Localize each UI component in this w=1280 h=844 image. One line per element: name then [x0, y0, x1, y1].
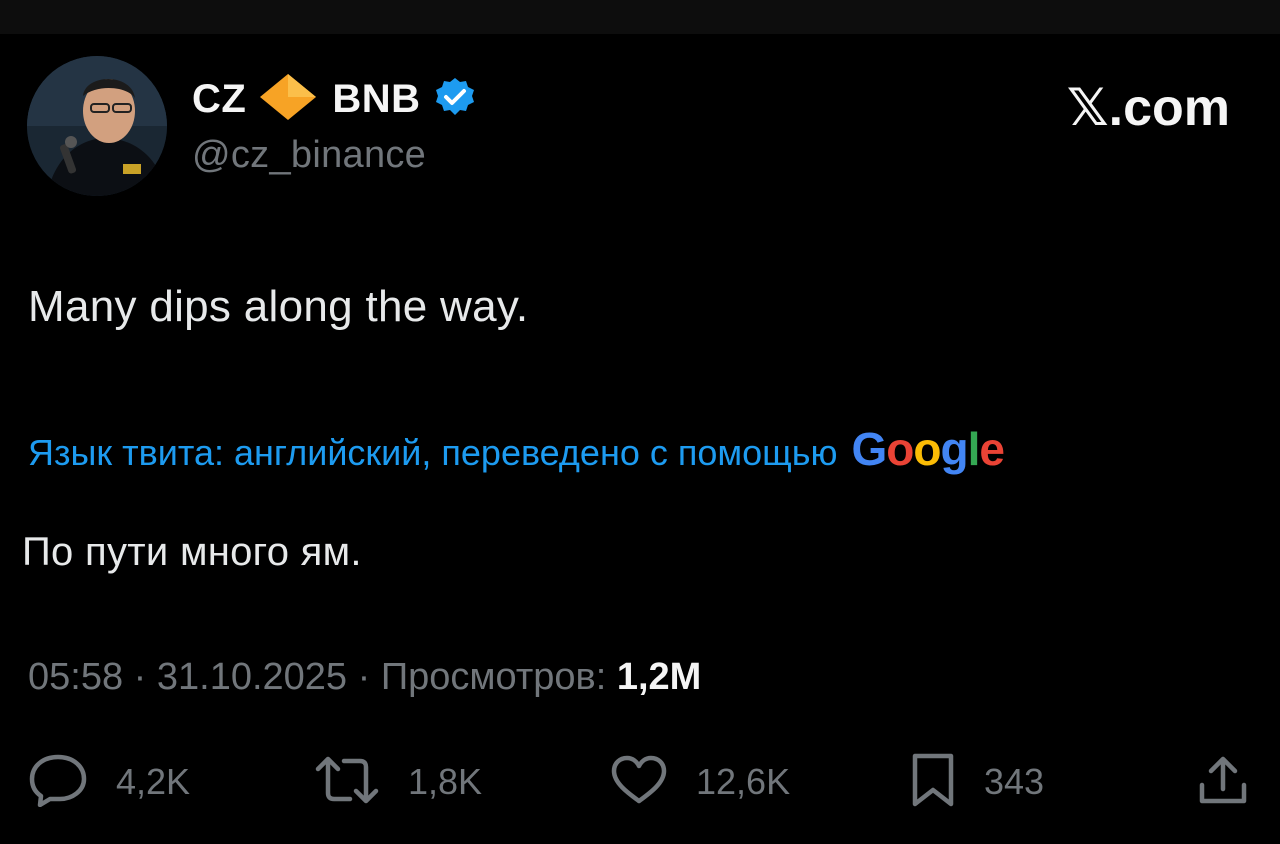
views-count: 1,2M [616, 656, 702, 698]
share-button[interactable] [1196, 752, 1250, 812]
bookmark-icon [910, 752, 956, 813]
views-label: Просмотров: [380, 656, 607, 698]
like-button[interactable]: 12,6K [610, 752, 790, 812]
avatar[interactable] [27, 56, 167, 196]
translation-row[interactable]: Язык твита: английский, переведено с пом… [28, 422, 1005, 476]
reply-icon [28, 753, 88, 812]
translation-label[interactable]: Язык твита: английский, переведено с пом… [28, 432, 838, 474]
google-letter-e: e [979, 423, 1005, 475]
share-icon [1196, 753, 1250, 812]
meta-separator: · [123, 656, 157, 698]
brand-logo: 𝕏.com [1066, 79, 1230, 137]
bookmark-count: 343 [984, 761, 1045, 802]
tweet-card: CZ BNB @cz_binance 𝕏.com Many dips along… [0, 34, 1280, 844]
reply-count: 4,2K [116, 761, 191, 802]
google-letter-o1: o [886, 423, 914, 475]
like-count: 12,6K [696, 761, 791, 802]
tweet-date[interactable]: 31.10.2025 [157, 656, 347, 698]
reply-button[interactable]: 4,2K [28, 752, 190, 812]
repost-count: 1,8K [408, 761, 483, 802]
translated-text: По пути много ям. [22, 530, 362, 574]
top-bar [0, 0, 1280, 34]
google-letter-g: G [851, 423, 888, 475]
action-bar: 4,2K 1,8K 12,6K 343 [0, 752, 1280, 812]
google-logo: Google [851, 422, 1005, 476]
google-letter-l: l [967, 423, 981, 475]
google-letter-o2: o [913, 423, 941, 475]
diamond-icon [258, 72, 318, 127]
author-name-row[interactable]: CZ BNB [192, 72, 475, 127]
google-letter-g2: g [940, 423, 969, 475]
bookmark-button[interactable]: 343 [910, 752, 1044, 812]
repost-icon [314, 755, 380, 810]
avatar-image [27, 56, 167, 196]
verified-badge-icon [435, 77, 475, 122]
repost-button[interactable]: 1,8K [314, 752, 482, 812]
tweet-time[interactable]: 05:58 [28, 656, 123, 698]
author-name-second[interactable]: BNB [332, 77, 420, 122]
tweet-text: Many dips along the way. [28, 282, 529, 331]
heart-icon [610, 755, 668, 810]
meta-separator-2: · [347, 656, 381, 698]
author-name-first[interactable]: CZ [192, 77, 246, 122]
author-handle[interactable]: @cz_binance [192, 134, 426, 177]
tweet-meta: 05:58 · 31.10.2025 · Просмотров: 1,2M [28, 656, 701, 699]
